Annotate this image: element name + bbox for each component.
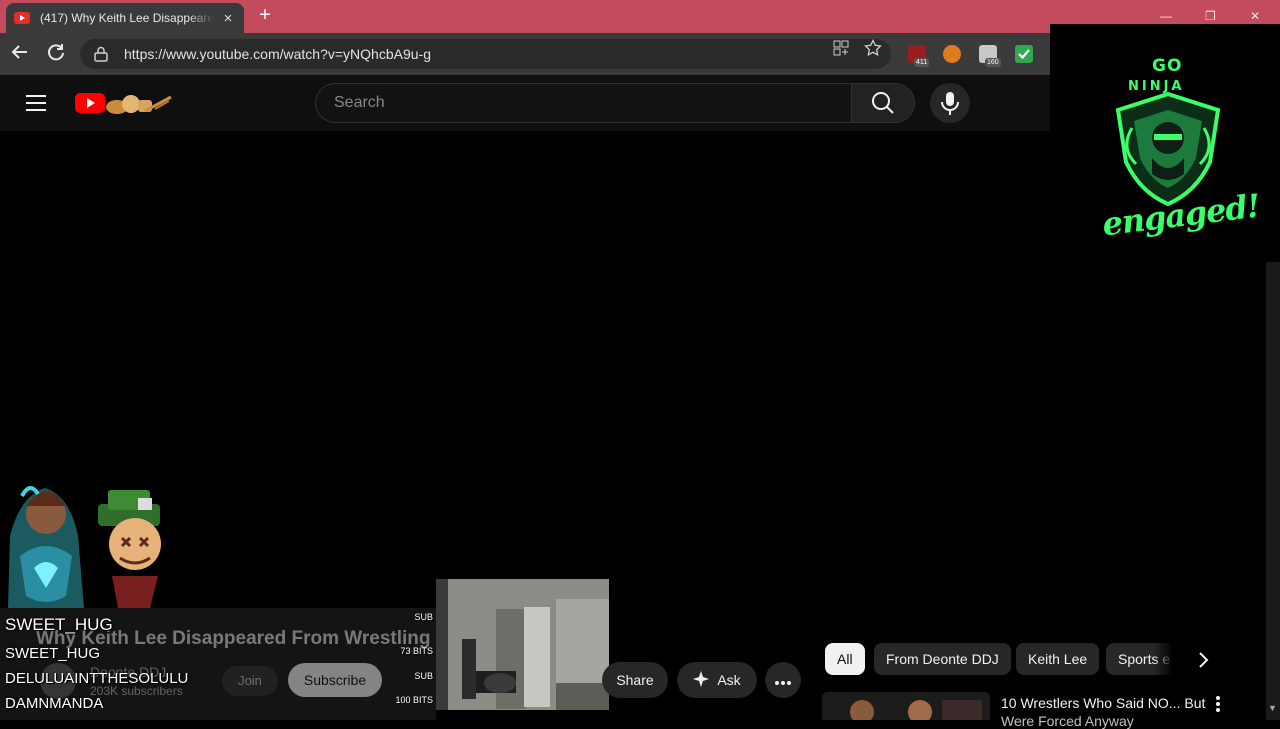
scroll-down-icon[interactable]: ▼ (1268, 703, 1277, 713)
chat-tag: 100 BITS (395, 695, 433, 705)
honey-icon[interactable] (943, 45, 961, 63)
chip-all[interactable]: All (825, 643, 865, 675)
chat-user: DELULUAINTTHESOLULU (5, 670, 189, 687)
bookmark-star-icon[interactable] (864, 38, 882, 61)
tab-title: (417) Why Keith Lee Disappeared From Wre… (40, 11, 214, 25)
stream-characters (0, 476, 175, 608)
maximize-icon[interactable]: ❐ (1205, 9, 1216, 23)
share-label: Share (616, 672, 654, 688)
ask-button[interactable]: Ask (677, 662, 757, 698)
chip-sports[interactable]: Sports e (1106, 643, 1174, 675)
more-vertical-icon[interactable] (1212, 695, 1224, 713)
chat-event: SWEET_HUG SUB (0, 612, 436, 636)
ninja-logo-top: GO (1152, 56, 1183, 76)
voice-search-button[interactable] (930, 83, 970, 123)
chat-tag: SUB (414, 671, 433, 681)
install-app-icon[interactable] (832, 39, 850, 61)
reload-icon[interactable] (44, 42, 68, 66)
search-button[interactable] (851, 83, 915, 123)
hamburger-menu-icon[interactable] (26, 95, 46, 111)
chat-user: SWEET_HUG (5, 645, 101, 662)
youtube-logo[interactable] (75, 91, 175, 115)
chat-user: SWEET_HUG (5, 615, 113, 634)
youtube-favicon-icon (14, 12, 30, 24)
mask-badge: 160 (985, 58, 1001, 67)
site-info-icon[interactable] (92, 45, 110, 63)
new-tab-button[interactable]: + (255, 4, 275, 27)
chip-keith-lee[interactable]: Keith Lee (1016, 643, 1100, 675)
chat-tag: SUB (414, 612, 433, 622)
ninja-shield-icon (1112, 88, 1224, 208)
chevron-right-icon[interactable] (1190, 648, 1216, 672)
youtube-header (0, 75, 1050, 131)
chip-from-deonte-ddj[interactable]: From Deonte DDJ (874, 643, 1011, 675)
address-bar[interactable]: https://www.youtube.com/watch?v=yNQhcbA9… (80, 39, 891, 69)
search-input[interactable] (332, 93, 816, 113)
chat-event: DAMNMANDA 100 BITS (0, 693, 436, 717)
share-button[interactable]: Share (602, 662, 668, 698)
chat-user: DAMNMANDA (5, 695, 104, 712)
recommendation-thumbnail[interactable] (822, 692, 990, 720)
chat-event: SWEET_HUG 73 BITS (0, 643, 436, 667)
ask-label: Ask (717, 672, 741, 688)
more-actions-button[interactable] (765, 662, 801, 698)
recommendation-title-line2[interactable]: Were Forced Anyway (1001, 713, 1134, 729)
recommendation-title[interactable]: 10 Wrestlers Who Said NO... But (1001, 695, 1205, 711)
url-text: https://www.youtube.com/watch?v=yNQhcbA9… (124, 46, 431, 62)
tab-close-icon[interactable]: × (220, 10, 236, 27)
chat-tag: 73 BITS (400, 646, 433, 656)
back-icon[interactable] (8, 42, 32, 66)
sparkle-icon (693, 670, 710, 690)
checkmark-extension-icon[interactable] (1015, 45, 1033, 63)
webcam-overlay (436, 579, 609, 710)
browser-toolbar: https://www.youtube.com/watch?v=yNQhcbA9… (0, 33, 1050, 75)
browser-tab[interactable]: (417) Why Keith Lee Disappeared From Wre… (6, 3, 244, 33)
minimize-icon[interactable]: — (1160, 9, 1172, 23)
ublock-badge: 411 (914, 58, 930, 67)
close-window-icon[interactable]: ✕ (1250, 9, 1260, 23)
more-horizontal-icon (775, 672, 791, 688)
page-scrollbar[interactable] (1266, 262, 1280, 720)
search-box (315, 83, 851, 123)
chat-event: DELULUAINTTHESOLULU SUB (0, 668, 436, 692)
